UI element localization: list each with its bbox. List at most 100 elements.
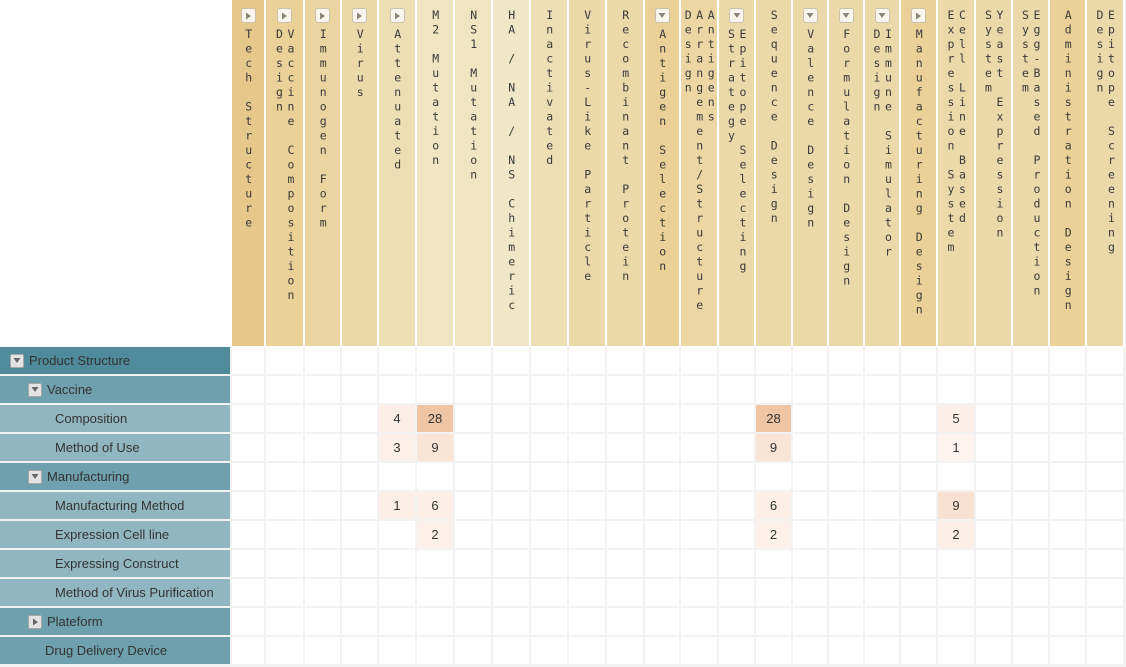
chevron-down-icon[interactable] xyxy=(729,8,744,23)
matrix-cell[interactable] xyxy=(531,608,569,637)
matrix-cell[interactable] xyxy=(232,405,266,434)
matrix-cell[interactable] xyxy=(645,347,681,376)
matrix-cell[interactable] xyxy=(417,637,455,666)
column-header-24[interactable]: Epitope Screening Design xyxy=(1087,0,1125,347)
matrix-cell[interactable] xyxy=(607,637,645,666)
matrix-cell[interactable] xyxy=(1050,608,1087,637)
matrix-cell[interactable] xyxy=(756,579,793,608)
matrix-cell[interactable] xyxy=(607,347,645,376)
matrix-cell[interactable] xyxy=(938,608,976,637)
matrix-cell[interactable] xyxy=(493,521,531,550)
matrix-cell[interactable] xyxy=(305,376,342,405)
matrix-cell[interactable] xyxy=(493,463,531,492)
matrix-cell[interactable] xyxy=(681,492,719,521)
matrix-cell-value[interactable]: 9 xyxy=(938,492,976,521)
matrix-cell[interactable] xyxy=(681,637,719,666)
chevron-right-icon[interactable] xyxy=(911,8,926,23)
matrix-cell[interactable] xyxy=(829,492,865,521)
matrix-cell[interactable] xyxy=(1087,376,1125,405)
matrix-cell[interactable] xyxy=(645,521,681,550)
matrix-cell[interactable] xyxy=(681,463,719,492)
matrix-cell[interactable] xyxy=(266,637,305,666)
matrix-cell[interactable] xyxy=(938,463,976,492)
matrix-cell[interactable] xyxy=(607,608,645,637)
matrix-cell[interactable] xyxy=(342,637,379,666)
matrix-cell[interactable] xyxy=(379,637,417,666)
matrix-cell[interactable] xyxy=(607,434,645,463)
matrix-cell[interactable] xyxy=(719,608,756,637)
matrix-cell[interactable] xyxy=(232,550,266,579)
matrix-cell[interactable] xyxy=(865,347,901,376)
matrix-cell-value[interactable]: 1 xyxy=(379,492,417,521)
matrix-cell[interactable] xyxy=(1087,492,1125,521)
matrix-cell[interactable] xyxy=(305,637,342,666)
matrix-cell-value[interactable]: 6 xyxy=(417,492,455,521)
matrix-cell[interactable] xyxy=(607,550,645,579)
matrix-cell[interactable] xyxy=(569,608,607,637)
matrix-cell-value[interactable]: 5 xyxy=(938,405,976,434)
column-header-6[interactable]: M2 Mutation xyxy=(417,0,455,347)
chevron-right-icon[interactable] xyxy=(389,8,405,23)
column-header-4[interactable]: Virus xyxy=(342,0,379,347)
matrix-cell[interactable] xyxy=(1050,463,1087,492)
row-header-drug-delivery-device[interactable]: Drug Delivery Device xyxy=(0,637,232,666)
matrix-cell[interactable] xyxy=(266,463,305,492)
matrix-cell[interactable] xyxy=(607,521,645,550)
matrix-cell[interactable] xyxy=(829,347,865,376)
matrix-cell[interactable] xyxy=(901,376,938,405)
matrix-cell[interactable] xyxy=(493,579,531,608)
matrix-cell[interactable] xyxy=(719,434,756,463)
column-header-22[interactable]: Egg-Based Production System xyxy=(1013,0,1050,347)
column-header-18[interactable]: Immune Simulator Design xyxy=(865,0,901,347)
matrix-cell[interactable] xyxy=(607,405,645,434)
chevron-down-icon[interactable] xyxy=(654,8,670,23)
matrix-cell[interactable] xyxy=(1050,492,1087,521)
row-header-method-of-virus-purification[interactable]: Method of Virus Purification xyxy=(0,579,232,608)
matrix-cell[interactable] xyxy=(493,376,531,405)
matrix-cell-value[interactable]: 28 xyxy=(417,405,455,434)
matrix-cell[interactable] xyxy=(455,550,493,579)
matrix-cell[interactable] xyxy=(531,347,569,376)
matrix-cell[interactable] xyxy=(569,550,607,579)
matrix-cell[interactable] xyxy=(1087,405,1125,434)
matrix-cell[interactable] xyxy=(681,579,719,608)
matrix-cell[interactable] xyxy=(1050,376,1087,405)
column-header-19[interactable]: Manufacturing Design xyxy=(901,0,938,347)
matrix-cell[interactable] xyxy=(681,376,719,405)
chevron-right-icon[interactable] xyxy=(315,8,330,23)
matrix-cell[interactable] xyxy=(681,347,719,376)
matrix-cell[interactable] xyxy=(1013,521,1050,550)
matrix-cell[interactable] xyxy=(569,579,607,608)
matrix-cell[interactable] xyxy=(1013,347,1050,376)
column-header-12[interactable]: Antigen Selection xyxy=(645,0,681,347)
matrix-cell[interactable] xyxy=(531,492,569,521)
row-header-product-structure[interactable]: Product Structure xyxy=(0,347,232,376)
matrix-cell[interactable] xyxy=(342,579,379,608)
matrix-cell[interactable] xyxy=(645,579,681,608)
matrix-cell[interactable] xyxy=(493,637,531,666)
matrix-cell[interactable] xyxy=(1013,463,1050,492)
matrix-cell[interactable] xyxy=(793,434,829,463)
chevron-right-icon[interactable] xyxy=(240,8,256,23)
matrix-cell[interactable] xyxy=(645,463,681,492)
matrix-cell[interactable] xyxy=(305,521,342,550)
matrix-cell[interactable] xyxy=(379,463,417,492)
matrix-cell[interactable] xyxy=(232,608,266,637)
column-header-5[interactable]: Attenuated xyxy=(379,0,417,347)
matrix-cell[interactable] xyxy=(1013,550,1050,579)
matrix-cell[interactable] xyxy=(976,608,1013,637)
matrix-cell[interactable] xyxy=(1050,579,1087,608)
matrix-cell[interactable] xyxy=(829,637,865,666)
matrix-cell[interactable] xyxy=(531,579,569,608)
matrix-cell[interactable] xyxy=(379,550,417,579)
matrix-cell[interactable] xyxy=(569,521,607,550)
matrix-cell[interactable] xyxy=(756,550,793,579)
matrix-cell[interactable] xyxy=(455,637,493,666)
matrix-cell[interactable] xyxy=(531,463,569,492)
matrix-cell[interactable] xyxy=(379,521,417,550)
matrix-cell[interactable] xyxy=(232,521,266,550)
matrix-cell-value[interactable]: 4 xyxy=(379,405,417,434)
matrix-cell[interactable] xyxy=(232,579,266,608)
matrix-cell[interactable] xyxy=(1087,637,1125,666)
matrix-cell[interactable] xyxy=(607,492,645,521)
